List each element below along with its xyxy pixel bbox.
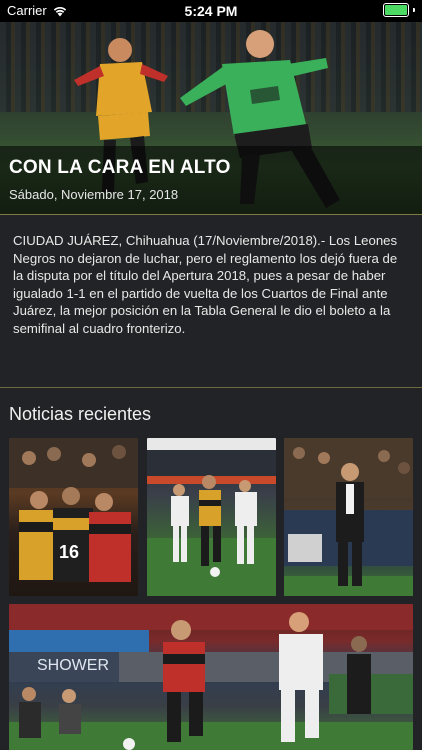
divider bbox=[0, 214, 422, 215]
news-thumbnail[interactable]: SHOWER bbox=[9, 604, 413, 750]
news-thumbnail[interactable] bbox=[284, 438, 413, 596]
team-huddle-photo-icon: 16 bbox=[9, 438, 138, 582]
player-dribbling-photo-icon: SHOWER bbox=[9, 604, 413, 750]
article-title: CON LA CARA EN ALTO bbox=[9, 157, 231, 178]
article-body: CIUDAD JUÁREZ, Chihuahua (17/Noviembre/2… bbox=[13, 233, 398, 336]
hero-image[interactable]: CON LA CARA EN ALTO Sábado, Noviembre 17… bbox=[0, 22, 422, 214]
svg-text:16: 16 bbox=[59, 542, 79, 562]
coach-photo-icon bbox=[284, 438, 413, 596]
status-bar: Carrier 5:24 PM bbox=[0, 0, 422, 22]
news-thumbnail[interactable]: 16 bbox=[9, 438, 138, 596]
battery-group bbox=[383, 3, 415, 17]
news-thumbnail[interactable] bbox=[147, 438, 276, 596]
clock: 5:24 PM bbox=[184, 3, 238, 19]
divider bbox=[0, 387, 422, 388]
recent-news-heading: Noticias recientes bbox=[9, 404, 152, 424]
battery-icon bbox=[383, 3, 409, 17]
match-action-photo-icon bbox=[147, 438, 276, 596]
svg-text:SHOWER: SHOWER bbox=[37, 657, 109, 674]
article-date: Sábado, Noviembre 17, 2018 bbox=[9, 187, 179, 202]
